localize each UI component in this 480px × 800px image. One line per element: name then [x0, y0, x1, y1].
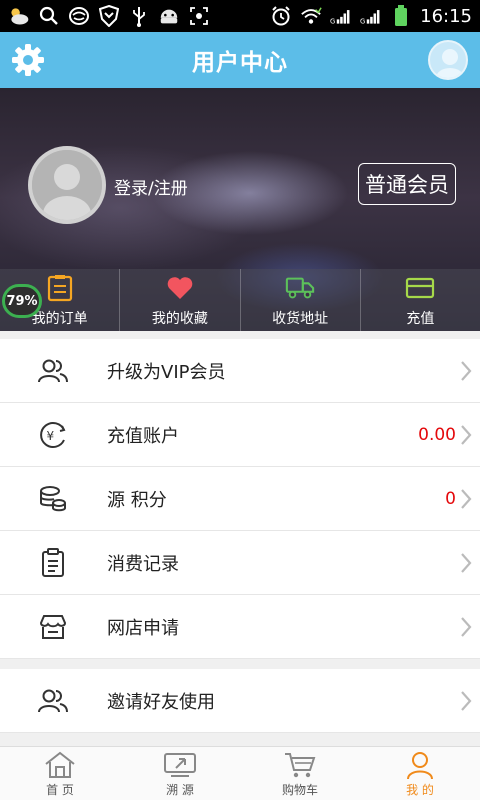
trace-icon	[163, 750, 197, 780]
quick-actions: 我的订单 我的收藏 收货地址 充值	[0, 269, 480, 331]
menu-list-secondary: 邀请好友使用	[0, 669, 480, 733]
user-avatar[interactable]	[28, 146, 106, 224]
chevron-right-icon	[460, 552, 472, 574]
truck-icon	[285, 274, 315, 302]
weather-icon	[8, 5, 30, 27]
gear-icon[interactable]	[10, 42, 46, 78]
membership-badge[interactable]: 普通会员	[358, 163, 456, 205]
menu-list: 升级为VIP会员 ¥ 充值账户 0.00 源 积分 0 消费记录 网店申请	[0, 339, 480, 659]
svg-text:G: G	[330, 18, 335, 26]
app-icon	[68, 5, 90, 27]
person-icon	[403, 750, 437, 780]
store-icon	[36, 610, 70, 644]
battery-icon	[390, 5, 412, 27]
nav-trace[interactable]: 溯 源	[120, 747, 240, 800]
nav-cart[interactable]: 购物车	[240, 747, 360, 800]
cart-icon	[283, 750, 317, 780]
coins-icon	[36, 482, 70, 516]
profile-banner: 登录/注册 普通会员 我的订单 我的收藏 收货地址 充值	[0, 88, 480, 331]
menu-points[interactable]: 源 积分 0	[0, 467, 480, 531]
yuan-icon: ¥	[36, 418, 70, 452]
wifi-icon	[300, 5, 322, 27]
shield-icon	[98, 5, 120, 27]
quick-shipping-address[interactable]: 收货地址	[241, 269, 361, 331]
home-icon	[43, 750, 77, 780]
android-icon	[158, 5, 180, 27]
menu-store-application[interactable]: 网店申请	[0, 595, 480, 659]
quick-my-favorites[interactable]: 我的收藏	[120, 269, 241, 331]
chevron-right-icon	[460, 424, 472, 446]
chevron-right-icon	[460, 360, 472, 382]
card-icon	[405, 274, 435, 302]
screenshot-icon	[188, 5, 210, 27]
signal-icon: G	[360, 5, 382, 27]
alarm-icon	[270, 5, 292, 27]
avatar[interactable]	[428, 40, 468, 80]
menu-upgrade-vip[interactable]: 升级为VIP会员	[0, 339, 480, 403]
menu-invite-friends[interactable]: 邀请好友使用	[0, 669, 480, 733]
svg-text:G: G	[360, 18, 365, 26]
quick-recharge[interactable]: 充值	[361, 269, 480, 331]
chevron-right-icon	[460, 488, 472, 510]
users-icon	[36, 684, 70, 718]
status-bar: G G 16:15	[0, 0, 480, 32]
menu-purchase-history[interactable]: 消费记录	[0, 531, 480, 595]
users-icon	[36, 354, 70, 388]
menu-recharge-account[interactable]: ¥ 充值账户 0.00	[0, 403, 480, 467]
signal-icon: G	[330, 5, 352, 27]
chevron-right-icon	[460, 690, 472, 712]
bottom-nav: 首 页 溯 源 购物车 我 的	[0, 746, 480, 800]
nav-home[interactable]: 首 页	[0, 747, 120, 800]
page-title: 用户中心	[192, 50, 288, 76]
svg-text:¥: ¥	[47, 429, 55, 443]
login-register-link[interactable]: 登录/注册	[114, 174, 188, 199]
clipboard-icon	[36, 546, 70, 580]
nav-mine[interactable]: 我 的	[360, 747, 480, 800]
order-icon	[45, 274, 75, 302]
search-icon	[38, 5, 60, 27]
app-header: 用户中心	[0, 32, 480, 88]
floating-percent-badge[interactable]: 79%	[2, 284, 42, 318]
usb-icon	[128, 5, 150, 27]
clock: 16:15	[420, 5, 472, 27]
heart-icon	[165, 274, 195, 302]
chevron-right-icon	[460, 616, 472, 638]
